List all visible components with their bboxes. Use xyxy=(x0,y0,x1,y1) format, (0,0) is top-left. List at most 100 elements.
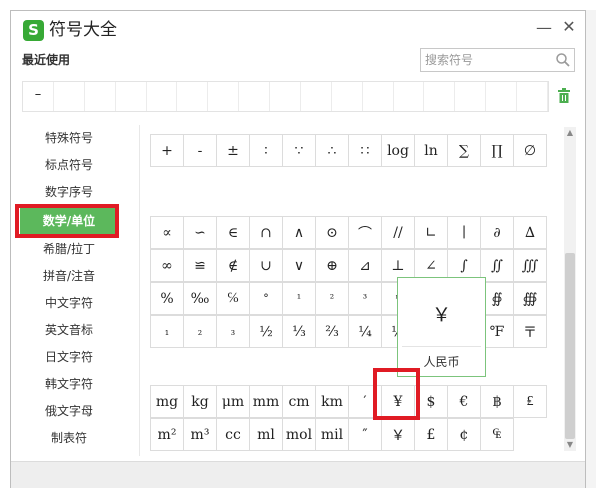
category-item[interactable]: 英文音标 xyxy=(14,317,124,344)
symbol-cell[interactable]: ‰ xyxy=(183,282,217,315)
symbol-cell[interactable]: ∅ xyxy=(513,134,547,167)
symbol-cell[interactable]: ln xyxy=(414,134,448,167)
symbol-cell[interactable]: ∭ xyxy=(513,249,547,282)
symbol-cell[interactable]: ⊙ xyxy=(315,216,349,249)
symbol-cell[interactable]: ∽ xyxy=(183,216,217,249)
symbol-cell[interactable]: ∵ xyxy=(282,134,316,167)
symbol-cell[interactable]: kg xyxy=(183,385,217,418)
recent-symbol-cell[interactable] xyxy=(517,82,548,111)
category-item[interactable]: 特殊符号 xyxy=(14,125,124,152)
symbol-cell[interactable]: mg xyxy=(150,385,184,418)
symbol-cell[interactable]: ¼ xyxy=(348,315,382,348)
symbol-cell[interactable]: m² xyxy=(150,418,184,451)
close-button[interactable]: ✕ xyxy=(560,18,578,36)
symbol-cell[interactable]: + xyxy=(150,134,184,167)
search-box[interactable] xyxy=(420,48,575,72)
symbol-cell[interactable]: ∩ xyxy=(249,216,283,249)
symbol-cell[interactable]: ∪ xyxy=(249,249,283,282)
symbol-cell[interactable]: ∨ xyxy=(282,249,316,282)
symbol-cell[interactable]: mil xyxy=(315,418,349,451)
recent-symbol-cell[interactable] xyxy=(177,82,209,111)
symbol-cell[interactable]: ² xyxy=(315,282,349,315)
category-item[interactable]: 韩文字符 xyxy=(14,371,124,398)
recent-symbol-cell[interactable] xyxy=(301,82,332,111)
symbol-cell[interactable]: m³ xyxy=(183,418,217,451)
symbol-cell[interactable]: % xyxy=(150,282,184,315)
recent-symbol-cell[interactable] xyxy=(147,82,178,111)
symbol-cell[interactable]: ⊿ xyxy=(348,249,382,282)
symbol-cell[interactable]: ∶ xyxy=(249,134,283,167)
symbol-cell[interactable]: ½ xyxy=(249,315,283,348)
recent-symbol-cell[interactable] xyxy=(455,82,487,111)
symbol-cell[interactable]: ⌒ xyxy=(348,216,382,249)
symbol-cell[interactable]: ≌ xyxy=(183,249,217,282)
symbol-cell[interactable]: ∝ xyxy=(150,216,184,249)
symbol-cell[interactable]: ฿ xyxy=(480,385,514,418)
category-item[interactable]: 日文字符 xyxy=(14,344,124,371)
category-item[interactable]: 中文字符 xyxy=(14,290,124,317)
recent-symbol-cell[interactable] xyxy=(332,82,363,111)
category-item[interactable]: 拼音/注音 xyxy=(14,263,124,290)
search-icon[interactable] xyxy=(555,52,571,68)
symbol-cell[interactable]: ⊕ xyxy=(315,249,349,282)
recent-symbol-cell[interactable] xyxy=(116,82,147,111)
recent-symbol-cell[interactable] xyxy=(54,82,85,111)
symbol-cell[interactable]: ￥ xyxy=(381,418,415,451)
recent-symbol-cell[interactable] xyxy=(486,82,517,111)
recent-symbol-cell[interactable] xyxy=(85,82,116,111)
recent-symbol-cell[interactable] xyxy=(239,82,270,111)
category-item[interactable]: 希腊/拉丁 xyxy=(14,236,124,263)
search-input[interactable] xyxy=(425,50,547,70)
symbol-cell[interactable]: mm xyxy=(249,385,283,418)
symbol-cell[interactable]: ml xyxy=(249,418,283,451)
symbol-cell[interactable]: ₁ xyxy=(150,315,184,348)
symbol-cell[interactable]: // xyxy=(381,216,415,249)
symbol-cell[interactable]: ³ xyxy=(348,282,382,315)
symbol-cell[interactable]: cm xyxy=(282,385,316,418)
scrollbar-thumb[interactable] xyxy=(565,253,575,439)
recent-symbol-cell[interactable] xyxy=(394,82,425,111)
category-item[interactable]: 数字序号 xyxy=(14,179,124,206)
symbol-cell[interactable]: ∟ xyxy=(414,216,448,249)
symbol-cell[interactable]: ∂ xyxy=(480,216,514,249)
scroll-down-arrow-icon[interactable]: ▼ xyxy=(564,439,576,451)
recent-symbol-cell[interactable] xyxy=(363,82,394,111)
symbol-cell[interactable]: ° xyxy=(249,282,283,315)
symbol-cell[interactable]: ± xyxy=(216,134,250,167)
symbol-cell[interactable]: ℅ xyxy=(216,282,250,315)
symbol-cell[interactable]: ⅓ xyxy=(282,315,316,348)
symbol-cell[interactable]: ₂ xyxy=(183,315,217,348)
symbol-cell[interactable]: log xyxy=(381,134,415,167)
symbol-cell[interactable]: ∉ xyxy=(216,249,250,282)
symbol-cell[interactable]: cc xyxy=(216,418,250,451)
category-item[interactable]: 俄文字母 xyxy=(14,398,124,425)
symbol-cell[interactable]: ∑ xyxy=(447,134,481,167)
symbol-cell[interactable]: ∰ xyxy=(513,282,547,315)
symbol-cell[interactable]: ⅔ xyxy=(315,315,349,348)
symbol-cell[interactable]: - xyxy=(183,134,217,167)
symbol-cell[interactable]: mol xyxy=(282,418,316,451)
symbol-cell[interactable]: ∣ xyxy=(447,216,481,249)
symbol-cell[interactable]: km xyxy=(315,385,349,418)
recent-symbol-cell[interactable] xyxy=(208,82,240,111)
symbol-cell[interactable]: ₃ xyxy=(216,315,250,348)
symbol-cell[interactable]: £ xyxy=(414,418,448,451)
recent-symbol-cell[interactable] xyxy=(424,82,456,111)
symbol-cell[interactable]: ″ xyxy=(348,418,382,451)
minimize-button[interactable]: — xyxy=(536,19,552,37)
symbol-cell[interactable]: ∏ xyxy=(480,134,514,167)
symbol-cell[interactable]: € xyxy=(447,385,481,418)
symbol-cell[interactable]: ¹ xyxy=(282,282,316,315)
symbol-cell[interactable]: ∈ xyxy=(216,216,250,249)
symbol-cell[interactable]: ¢ xyxy=(447,418,481,451)
symbol-cell[interactable]: 〒 xyxy=(513,315,547,348)
symbol-cell[interactable]: ∧ xyxy=(282,216,316,249)
symbol-cell[interactable]: ₠ xyxy=(480,418,514,451)
recent-symbol-cell[interactable] xyxy=(270,82,301,111)
trash-icon[interactable] xyxy=(557,88,571,104)
symbol-cell[interactable]: ∷ xyxy=(348,134,382,167)
symbol-cell[interactable]: ∞ xyxy=(150,249,184,282)
scrollbar[interactable]: ▲ ▼ xyxy=(564,127,576,451)
category-item[interactable]: 标点符号 xyxy=(14,152,124,179)
scroll-up-arrow-icon[interactable]: ▲ xyxy=(564,127,576,139)
